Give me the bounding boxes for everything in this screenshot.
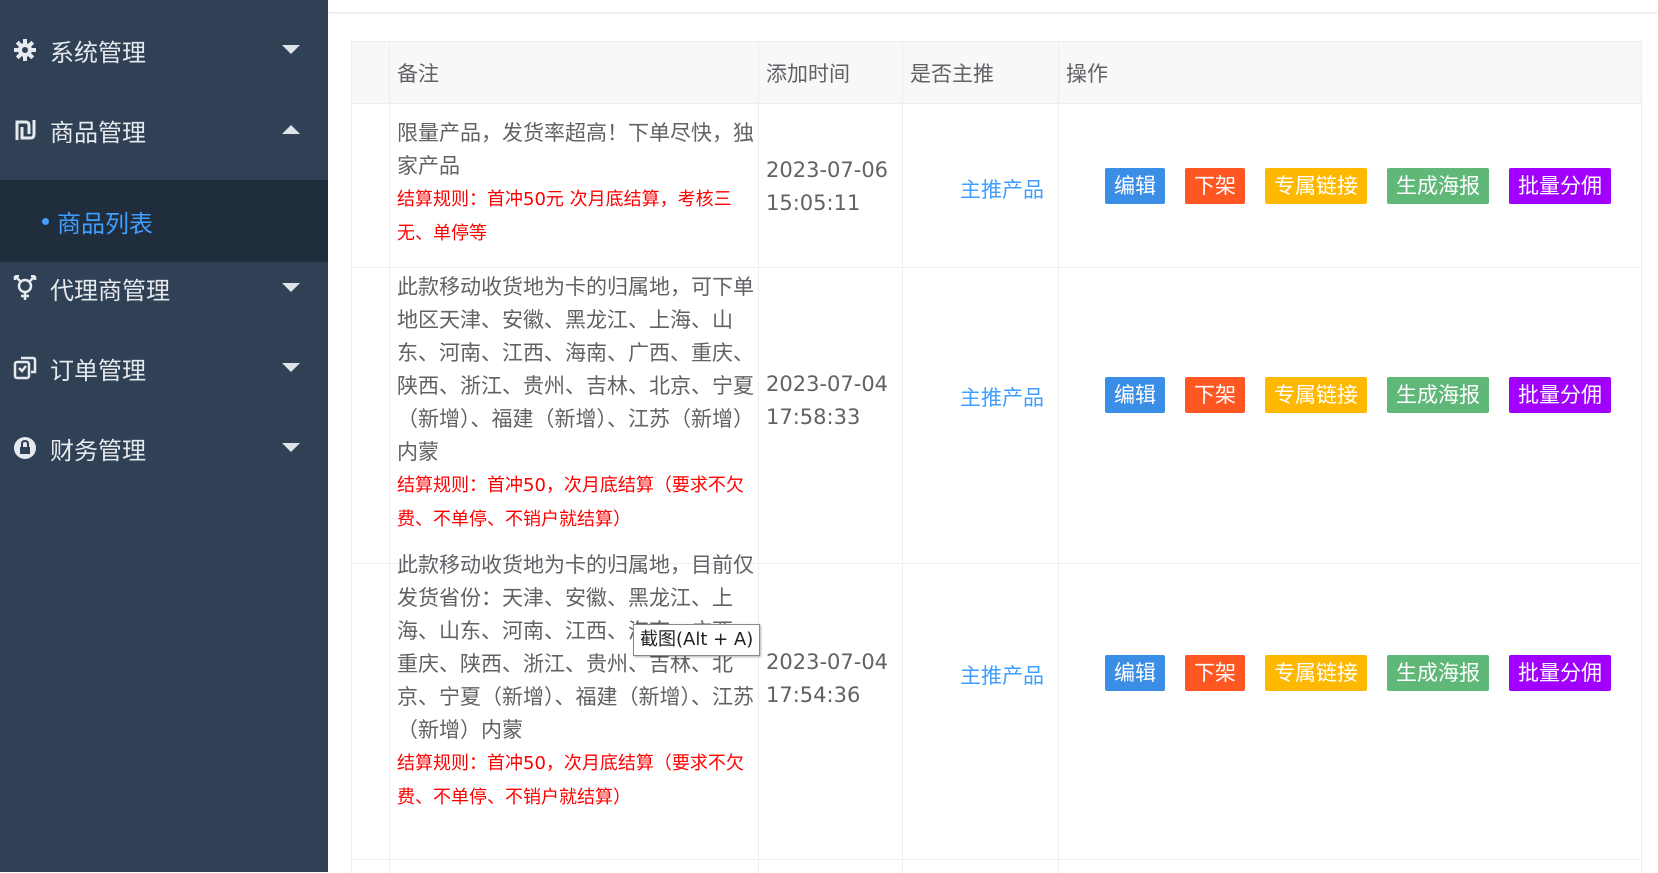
gender-icon xyxy=(12,275,38,301)
exclusive-link-button[interactable]: 专属链接 xyxy=(1265,377,1367,413)
batch-commission-button[interactable]: 批量分佣 xyxy=(1509,168,1611,204)
row-divider xyxy=(352,267,1642,268)
header-time: 添加时间 xyxy=(766,61,850,86)
column-divider xyxy=(389,42,390,873)
lock-icon xyxy=(12,435,38,461)
batch-commission-button[interactable]: 批量分佣 xyxy=(1509,377,1611,413)
table-header xyxy=(352,42,1642,103)
sidebar-item-label: 订单管理 xyxy=(50,356,146,385)
batch-commission-button[interactable]: 批量分佣 xyxy=(1509,655,1611,691)
remark-cell: 此款移动收货地为卡的归属地，可下单地区天津、安徽、黑龙江、上海、山东、河南、江西… xyxy=(397,271,757,537)
remark-cell: 限量产品，发货率超高！下单尽快，独家产品 结算规则：首冲50元 次月底结算，考核… xyxy=(397,117,757,251)
sidebar-item-products[interactable]: 商品管理 xyxy=(0,88,328,172)
exclusive-link-button[interactable]: 专属链接 xyxy=(1265,168,1367,204)
row-divider xyxy=(352,103,1642,104)
exclusive-link-button[interactable]: 专属链接 xyxy=(1265,655,1367,691)
sidebar-item-system[interactable]: 系统管理 xyxy=(0,8,328,92)
time-cell: 2023-07-04 17:58:33 xyxy=(766,372,889,429)
generate-poster-button[interactable]: 生成海报 xyxy=(1387,168,1489,204)
product-table: 备注 添加时间 是否主推 操作 限量产品，发货率超高！下单尽快，独家产品 结算规… xyxy=(351,41,1642,873)
submenu-item-label: 商品列表 xyxy=(57,209,153,238)
edit-button[interactable]: 编辑 xyxy=(1105,655,1165,691)
edit-button[interactable]: 编辑 xyxy=(1105,377,1165,413)
settlement-rule: 结算规则：首冲50元 次月底结算，考核三无、单停等 xyxy=(397,189,732,244)
clipboard-icon xyxy=(12,355,38,381)
main-product-link[interactable]: 主推产品 xyxy=(960,660,1080,690)
column-divider xyxy=(758,42,759,873)
header-remark: 备注 xyxy=(397,61,439,86)
column-divider xyxy=(1641,42,1642,873)
time-cell: 2023-07-06 15:05:11 xyxy=(766,158,889,215)
sidebar-item-finance[interactable]: 财务管理 xyxy=(0,406,328,490)
offshelf-button[interactable]: 下架 xyxy=(1185,377,1245,413)
settlement-rule: 结算规则：首冲50，次月底结算（要求不欠费、不单停、不销户就结算） xyxy=(397,475,744,530)
remark-text: 此款移动收货地为卡的归属地，可下单地区天津、安徽、黑龙江、上海、山东、河南、江西… xyxy=(397,275,754,464)
edit-button[interactable]: 编辑 xyxy=(1105,168,1165,204)
top-bar xyxy=(328,0,1658,13)
sidebar-item-agents[interactable]: 代理商管理 xyxy=(0,246,328,330)
generate-poster-button[interactable]: 生成海报 xyxy=(1387,655,1489,691)
column-divider xyxy=(1058,42,1059,873)
generate-poster-button[interactable]: 生成海报 xyxy=(1387,377,1489,413)
sidebar-item-label: 财务管理 xyxy=(50,436,146,465)
settlement-rule: 结算规则：首冲50，次月底结算（要求不欠费、不单停、不销户就结算） xyxy=(397,753,744,808)
sidebar-item-label: 代理商管理 xyxy=(50,276,170,305)
chevron-down-icon xyxy=(282,45,300,54)
gear-icon xyxy=(12,37,38,63)
sidebar-item-label: 商品管理 xyxy=(50,118,146,147)
row-actions: 编辑 下架 专属链接 生成海报 批量分佣 xyxy=(1105,377,1631,413)
header-main: 是否主推 xyxy=(910,61,994,86)
sidebar-item-label: 系统管理 xyxy=(50,38,146,67)
chevron-down-icon xyxy=(282,443,300,452)
shekel-icon xyxy=(12,117,38,143)
bullet-icon xyxy=(42,217,49,225)
main-product-link[interactable]: 主推产品 xyxy=(960,174,1080,204)
chevron-down-icon xyxy=(282,363,300,372)
remark-text: 限量产品，发货率超高！下单尽快，独家产品 xyxy=(397,121,754,178)
chevron-up-icon xyxy=(282,125,300,134)
sidebar: 系统管理 商品管理 商品列表 代理商管理 订单管理 财务管理 xyxy=(0,0,328,872)
time-cell: 2023-07-04 17:54:36 xyxy=(766,650,889,707)
offshelf-button[interactable]: 下架 xyxy=(1185,655,1245,691)
header-actions: 操作 xyxy=(1066,61,1108,86)
row-divider xyxy=(352,859,1642,860)
remark-cell: 此款移动收货地为卡的归属地，目前仅发货省份：天津、安徽、黑龙江、上海、山东、河南… xyxy=(397,549,757,815)
main-product-link[interactable]: 主推产品 xyxy=(960,382,1080,412)
chevron-down-icon xyxy=(282,283,300,292)
row-actions: 编辑 下架 专属链接 生成海报 批量分佣 xyxy=(1105,168,1631,204)
row-actions: 编辑 下架 专属链接 生成海报 批量分佣 xyxy=(1105,655,1631,691)
offshelf-button[interactable]: 下架 xyxy=(1185,168,1245,204)
screenshot-tooltip: 截图(Alt + A) xyxy=(633,624,761,656)
sidebar-item-orders[interactable]: 订单管理 xyxy=(0,326,328,410)
